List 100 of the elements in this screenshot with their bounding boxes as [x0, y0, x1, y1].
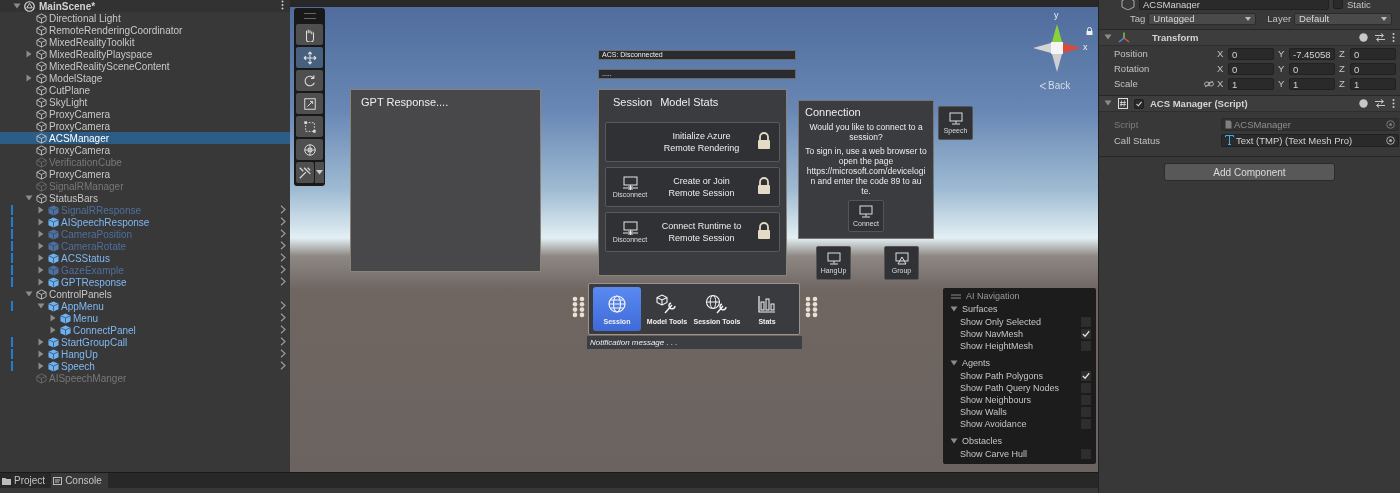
number-field[interactable]: 0: [1350, 47, 1396, 60]
layer-dropdown[interactable]: Default: [1294, 12, 1393, 25]
section-header[interactable]: Agents: [947, 356, 1092, 370]
session-button[interactable]: Initialize Azure Remote Rendering: [605, 122, 780, 162]
collapse-arrow-icon[interactable]: [37, 302, 45, 310]
component-header[interactable]: ACS Manager (Script): [1099, 95, 1400, 112]
prefab-cube-icon: [48, 216, 59, 228]
transform-icon: [1118, 32, 1130, 43]
cube-icon: [36, 144, 47, 156]
expand-arrow-icon[interactable]: [37, 362, 45, 370]
object-field[interactable]: Text (TMP) (Text Mesh Pro): [1221, 133, 1399, 147]
presets-icon: [1375, 33, 1385, 42]
collapse-arrow-icon[interactable]: [25, 194, 33, 202]
monitor-icon: [894, 252, 909, 265]
expand-arrow-icon[interactable]: [49, 326, 57, 334]
hierarchy-item[interactable]: MixedRealityToolkit: [0, 36, 290, 48]
cube-icon: [36, 108, 47, 120]
panel-tab[interactable]: Console: [51, 473, 108, 488]
number-field[interactable]: 1: [1350, 77, 1396, 90]
add-component-button[interactable]: Add Component: [1164, 163, 1335, 181]
expand-arrow-icon[interactable]: [25, 50, 33, 58]
section-header[interactable]: Obstacles: [947, 434, 1092, 448]
section-header[interactable]: Surfaces: [947, 302, 1092, 316]
hierarchy-item[interactable]: SkyLight: [0, 96, 290, 108]
globe-icon: [607, 293, 627, 314]
hierarchy-item[interactable]: MixedRealitySceneContent: [0, 60, 290, 72]
number-field[interactable]: 0: [1289, 62, 1335, 75]
tool-button[interactable]: [296, 70, 323, 91]
grab-handle-icon: [805, 296, 818, 318]
expand-arrow-icon[interactable]: [25, 74, 33, 82]
help-icon: [1359, 99, 1368, 108]
lock-icon: [757, 176, 771, 195]
hierarchy-item[interactable]: GPTResponse: [0, 276, 290, 288]
hierarchy-item[interactable]: StartGroupCall: [0, 336, 290, 348]
hierarchy-item[interactable]: AISpeechResponse: [0, 216, 290, 228]
collapse-arrow-icon: [950, 305, 958, 313]
tool-button[interactable]: [296, 24, 323, 45]
option-label: Show Neighbours: [960, 395, 1032, 405]
prefab-cube-icon: [48, 252, 59, 264]
hierarchy-item[interactable]: ProxyCamera: [0, 120, 290, 132]
expand-arrow-icon[interactable]: [49, 314, 57, 322]
hierarchy-item[interactable]: ProxyCamera: [0, 144, 290, 156]
prefab-cube-icon: [48, 228, 59, 240]
hierarchy-item[interactable]: StatusBars: [0, 192, 290, 204]
hierarchy-item[interactable]: ConnectPanel: [0, 324, 290, 336]
expand-arrow-icon[interactable]: [37, 218, 45, 226]
hierarchy-item[interactable]: ProxyCamera: [0, 108, 290, 120]
tool-button[interactable]: [295, 162, 314, 183]
hierarchy-item[interactable]: Speech: [0, 360, 290, 372]
expand-arrow-icon[interactable]: [37, 254, 45, 262]
axis-label: x: [1083, 42, 1088, 52]
number-field[interactable]: 0: [1350, 62, 1396, 75]
expand-arrow-icon[interactable]: [37, 338, 45, 346]
drag-handle: [303, 13, 316, 19]
number-field[interactable]: -7.45058: [1289, 47, 1335, 60]
hierarchy-item[interactable]: ModelStage: [0, 72, 290, 84]
axis-label: X: [1217, 48, 1225, 59]
lock-icon: [757, 131, 771, 150]
transform-tool-icon: [302, 142, 317, 157]
tool-button[interactable]: [296, 139, 323, 160]
panel-tab[interactable]: Project: [0, 473, 52, 488]
hierarchy-item[interactable]: HangUp: [0, 348, 290, 360]
kebab-menu-icon: [1392, 33, 1395, 42]
hierarchy-item[interactable]: AppMenu: [0, 300, 290, 312]
grab-handle-icon: [572, 296, 585, 318]
checkbox[interactable]: [1134, 98, 1144, 109]
kebab-menu-icon: [1392, 99, 1395, 108]
hierarchy-item[interactable]: ACSManager: [0, 132, 290, 144]
number-field[interactable]: 0: [1228, 62, 1274, 75]
hierarchy-item[interactable]: ProxyCamera: [0, 168, 290, 180]
checkbox[interactable]: [1333, 0, 1343, 9]
axis-label: Y: [1278, 63, 1286, 74]
option-label: Show Path Query Nodes: [960, 383, 1060, 393]
component-header[interactable]: Transform: [1099, 29, 1400, 46]
option-label: Show Walls: [960, 407, 1007, 417]
disconnect-icon: [621, 220, 639, 236]
number-field[interactable]: 1: [1228, 77, 1274, 90]
expand-arrow-icon[interactable]: [37, 350, 45, 358]
hierarchy-item[interactable]: CutPlane: [0, 84, 290, 96]
hierarchy-item[interactable]: ACSStatus: [0, 252, 290, 264]
game-object-icon: [1121, 0, 1135, 10]
hierarchy-item[interactable]: MixedRealityPlayspace: [0, 48, 290, 60]
unity-logo-icon: [24, 0, 35, 12]
cube-icon: [36, 48, 47, 60]
static-label: Static: [1347, 0, 1371, 10]
collapse-arrow-icon[interactable]: [25, 290, 33, 298]
number-field[interactable]: 1: [1289, 77, 1335, 90]
tag-dropdown[interactable]: Untagged: [1148, 12, 1257, 25]
cube-icon: [36, 288, 47, 300]
hierarchy-item[interactable]: Menu: [0, 312, 290, 324]
hierarchy-item[interactable]: RemoteRenderingCoordinator: [0, 24, 290, 36]
option-label: Show NavMesh: [960, 329, 1024, 339]
axis-label: X: [1217, 63, 1225, 74]
hierarchy-item[interactable]: Directional Light: [0, 12, 290, 24]
hierarchy-item[interactable]: ControlPanels: [0, 288, 290, 300]
caret-down-icon: [1381, 16, 1388, 21]
expand-arrow-icon[interactable]: [37, 278, 45, 286]
number-field[interactable]: 0: [1228, 47, 1274, 60]
dropdown-button[interactable]: [314, 162, 324, 183]
axis-label: X: [1217, 78, 1225, 89]
